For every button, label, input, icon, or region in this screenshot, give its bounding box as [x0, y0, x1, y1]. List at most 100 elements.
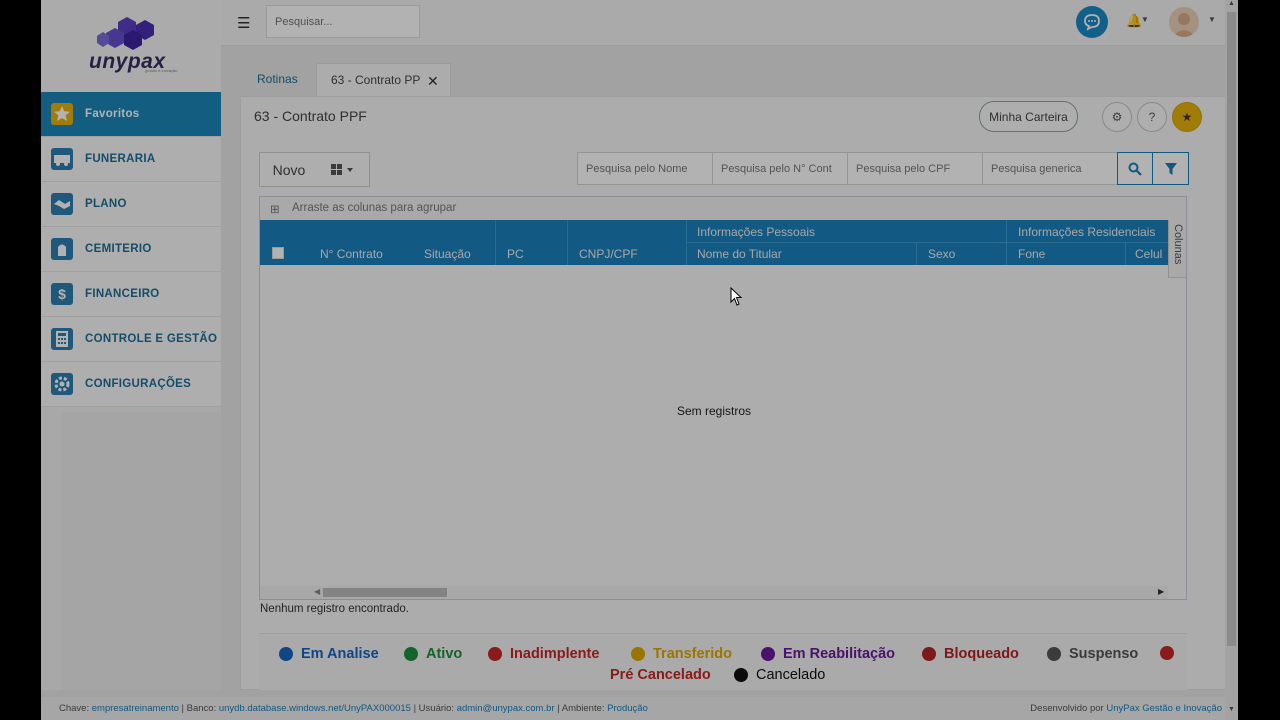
sidebar-item-cemiterio[interactable]: CEMITERIO — [41, 227, 221, 272]
search-filters: Pesquisa pelo Nome Pesquisa pelo N° Cont… — [577, 152, 1189, 185]
footer-dev-link[interactable]: UnyPax Gestão e Inovação — [1106, 703, 1222, 714]
legend-em-reabilitacao: Em Reabilitação — [761, 646, 895, 662]
sidebar-item-funeraria[interactable]: FUNERARIA — [41, 137, 221, 182]
legend-pre-cancelado-dot — [1160, 646, 1182, 660]
column-header-sexo[interactable]: Sexo — [928, 247, 955, 261]
search-name-input[interactable]: Pesquisa pelo Nome — [577, 152, 712, 185]
status-dot-icon — [631, 647, 645, 661]
scroll-thumb[interactable] — [1227, 12, 1236, 646]
select-all-checkbox[interactable] — [272, 247, 284, 259]
column-header-fone[interactable]: Fone — [1018, 247, 1045, 261]
tab-contrato-ppf[interactable]: 63 - Contrato PP ✕ — [316, 63, 451, 96]
chevron-down-icon: ▼ — [1141, 15, 1149, 24]
help-icon[interactable]: ? — [1137, 102, 1167, 132]
horizontal-scrollbar[interactable]: ◀ ▶ — [260, 586, 1168, 599]
column-header-nome-titular[interactable]: Nome do Titular — [697, 247, 782, 261]
search-cpf-input[interactable]: Pesquisa pelo CPF — [847, 152, 982, 185]
sidebar-empty-area — [61, 412, 221, 690]
status-dot-icon — [734, 668, 748, 682]
legend-label: Suspenso — [1069, 646, 1139, 662]
column-header-pc[interactable]: PC — [507, 247, 524, 261]
column-header-situacao[interactable]: Situação — [424, 247, 471, 261]
search-button[interactable] — [1117, 152, 1153, 185]
hamburger-menu-icon[interactable]: ☰ — [237, 14, 250, 32]
column-header-contrato[interactable]: N° Contrato — [320, 247, 383, 261]
group-icon: ⊞ — [270, 204, 280, 216]
sidebar-item-label: Favoritos — [85, 108, 140, 120]
footer-usuario: admin@unypax.com.br — [456, 703, 555, 714]
legend-label: Cancelado — [756, 667, 826, 683]
footer-info: Chave: empresatreinamento | Banco: unydb… — [59, 703, 648, 714]
legend-label: Em Reabilitação — [783, 646, 896, 662]
sidebar-item-controle-e-gestao[interactable]: CONTROLE E GESTÃO — [41, 317, 221, 362]
legend-transferido: Transferido — [631, 646, 732, 662]
sidebar-item-label: CONFIGURAÇÕES — [85, 378, 192, 390]
column-header-celular[interactable]: Celul — [1135, 247, 1162, 261]
scroll-right-icon[interactable]: ▶ — [1158, 587, 1164, 596]
search-generic-input[interactable]: Pesquisa generica — [982, 152, 1117, 185]
calculator-icon — [51, 328, 73, 350]
legend-em-analise: Em Analise — [279, 646, 379, 662]
footer-banco-label: | Banco: — [181, 703, 217, 714]
search-contract-input[interactable]: Pesquisa pelo N° Cont — [712, 152, 847, 185]
status-dot-icon — [279, 647, 293, 661]
close-icon[interactable]: ✕ — [427, 65, 439, 98]
layout-dropdown-button[interactable] — [317, 152, 370, 187]
footer-ambiente-label: | Ambiente: — [557, 703, 605, 714]
sidebar-item-label: CEMITERIO — [85, 243, 152, 255]
legend-label: Bloqueado — [944, 646, 1019, 662]
global-search-input[interactable] — [266, 5, 420, 38]
search-icon — [1128, 162, 1142, 176]
sidebar-item-label: PLANO — [85, 198, 127, 210]
data-grid: ⊞ Arraste as colunas para agrupar Inform… — [259, 196, 1187, 600]
status-legend: Em Analise Ativo Inadimplente Transferid… — [259, 633, 1187, 690]
hearse-icon — [51, 148, 73, 170]
legend-label: Pré Cancelado — [610, 667, 711, 683]
legend-pre-cancelado: Pré Cancelado — [610, 667, 711, 683]
footer-ambiente: Produção — [607, 703, 648, 714]
scroll-thumb[interactable] — [323, 588, 447, 597]
minha-carteira-button[interactable]: Minha Carteira — [979, 101, 1078, 132]
sidebar-item-favoritos[interactable]: Favoritos — [41, 92, 221, 137]
grid-status-text: Nenhum registro encontrado. — [260, 603, 409, 615]
sidebar: unypax gestão e inovação Favoritos FUNER… — [41, 0, 221, 690]
legend-cancelado: Cancelado — [734, 667, 825, 683]
dollar-icon: $ — [51, 283, 73, 305]
table-header: Informações Pessoais Informações Residen… — [260, 220, 1168, 265]
vertical-scrollbar[interactable]: ▲ ▼ — [1225, 0, 1238, 720]
settings-gear-icon[interactable]: ⚙ — [1102, 102, 1132, 132]
status-dot-icon — [488, 647, 502, 661]
chat-icon[interactable] — [1076, 6, 1108, 38]
group-header-residenciais: Informações Residenciais — [1018, 225, 1156, 239]
sidebar-item-label: CONTROLE E GESTÃO — [85, 333, 218, 345]
avatar[interactable] — [1169, 7, 1199, 37]
sidebar-item-financeiro[interactable]: $ FINANCEIRO — [41, 272, 221, 317]
group-hint: Arraste as colunas para agrupar — [292, 202, 457, 214]
columns-side-tab-label: Colunas — [1172, 224, 1184, 265]
bell-icon[interactable]: 🔔 — [1126, 13, 1142, 29]
footer: Chave: empresatreinamento | Banco: unydb… — [41, 697, 1238, 720]
legend-label: Ativo — [426, 646, 463, 662]
logo[interactable]: unypax gestão e inovação — [41, 0, 221, 92]
group-panel[interactable]: ⊞ Arraste as colunas para agrupar — [260, 197, 1186, 220]
new-button[interactable]: Novo — [259, 152, 319, 187]
sidebar-item-configuracoes[interactable]: CONFIGURAÇÕES — [41, 362, 221, 407]
favorite-star-icon[interactable]: ★ — [1172, 102, 1202, 132]
sidebar-item-label: FUNERARIA — [85, 153, 156, 165]
column-header-cnpj-cpf[interactable]: CNPJ/CPF — [579, 247, 638, 261]
star-icon — [51, 103, 73, 125]
scroll-down-icon[interactable]: ▼ — [1228, 706, 1235, 713]
scroll-left-icon[interactable]: ◀ — [314, 587, 320, 596]
scroll-up-icon[interactable]: ▲ — [1228, 0, 1235, 7]
brand-tagline: gestão e inovação — [145, 68, 178, 73]
footer-chave-label: Chave: — [59, 703, 90, 714]
columns-side-tab[interactable]: Colunas — [1168, 220, 1186, 278]
mouse-cursor-icon — [730, 287, 743, 306]
filter-button[interactable] — [1153, 152, 1189, 185]
group-header-pessoais: Informações Pessoais — [697, 225, 816, 239]
tab-rotinas[interactable]: Rotinas — [257, 63, 298, 96]
gear-icon — [51, 373, 73, 395]
sidebar-item-plano[interactable]: PLANO — [41, 182, 221, 227]
legend-label: Em Analise — [301, 646, 379, 662]
filter-icon — [1164, 162, 1177, 175]
